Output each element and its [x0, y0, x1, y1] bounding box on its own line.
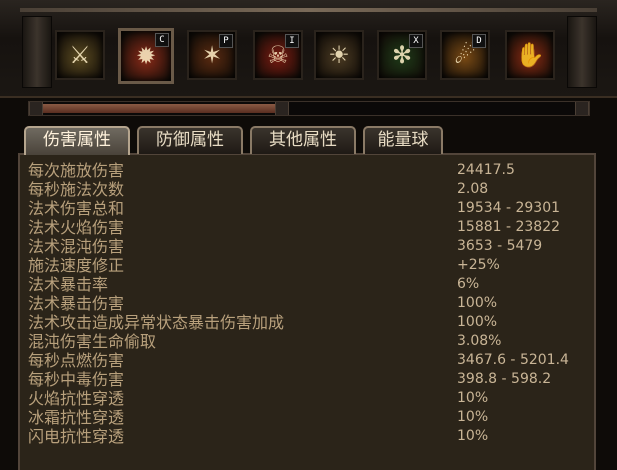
- hotkey-badge: C: [155, 33, 169, 47]
- stat-value: 24417.5: [457, 162, 515, 178]
- skill-slot[interactable]: ✻ X: [377, 30, 427, 80]
- stat-row: 法术暴击率 6%: [28, 275, 588, 294]
- stat-label: 每秒施法次数: [28, 180, 125, 199]
- tab-orbs[interactable]: 能量球: [363, 126, 443, 154]
- tab-defense[interactable]: 防御属性: [137, 126, 243, 154]
- skill-slot[interactable]: ✹ C: [118, 28, 174, 84]
- bar-right-cap: [575, 102, 589, 115]
- stat-label: 冰霜抗性穿透: [28, 408, 125, 427]
- resource-bar-fill: [43, 104, 277, 113]
- hotkey-badge: I: [285, 34, 299, 48]
- resource-bar: [28, 101, 590, 116]
- stat-row: 每秒点燃伤害 3467.6 - 5201.4: [28, 351, 588, 370]
- skill-slot[interactable]: ☄ D: [440, 30, 490, 80]
- stat-row: 混沌伤害生命偷取 3.08%: [28, 332, 588, 351]
- stat-label: 法术火焰伤害: [28, 218, 125, 237]
- stat-value: 2.08: [457, 181, 489, 197]
- stat-row: 施法速度修正 +25%: [28, 256, 588, 275]
- stat-value: 100%: [457, 314, 498, 330]
- left-pillar: [22, 16, 52, 88]
- stat-label: 每次施放伤害: [28, 161, 125, 180]
- stat-row: 法术伤害总和 19534 - 29301: [28, 199, 588, 218]
- stat-label: 火焰抗性穿透: [28, 389, 125, 408]
- skill-bar-frame: [20, 8, 597, 12]
- stat-label: 法术暴击率: [28, 275, 109, 294]
- stat-value: 3.08%: [457, 333, 502, 349]
- stat-label: 法术伤害总和: [28, 199, 125, 218]
- stat-value: 10%: [457, 428, 489, 444]
- tab-other[interactable]: 其他属性: [250, 126, 356, 154]
- stat-label: 每秒点燃伤害: [28, 351, 125, 370]
- stat-value: +25%: [457, 257, 500, 273]
- stat-label: 每秒中毒伤害: [28, 370, 125, 389]
- stat-value: 398.8 - 598.2: [457, 371, 552, 387]
- skill-slot[interactable]: ✋: [505, 30, 555, 80]
- stat-value: 15881 - 23822: [457, 219, 561, 235]
- stat-row: 法术混沌伤害 3653 - 5479: [28, 237, 588, 256]
- stat-label: 闪电抗性穿透: [28, 427, 125, 446]
- hotkey-badge: X: [409, 34, 423, 48]
- bar-left-cap: [29, 102, 43, 115]
- skill-slot[interactable]: ☠ I: [253, 30, 303, 80]
- hotkey-badge: P: [219, 34, 233, 48]
- right-pillar: [567, 16, 597, 88]
- stat-value: 10%: [457, 409, 489, 425]
- sun-shield-icon: ☀: [328, 41, 350, 69]
- stat-label: 施法速度修正: [28, 256, 125, 275]
- stat-row: 每秒施法次数 2.08: [28, 180, 588, 199]
- stat-value: 10%: [457, 390, 489, 406]
- skill-slot[interactable]: ⚔: [55, 30, 105, 80]
- stat-label: 混沌伤害生命偷取: [28, 332, 157, 351]
- sword-icon: ⚔: [69, 41, 91, 69]
- hotkey-badge: D: [472, 34, 486, 48]
- stat-label: 法术混沌伤害: [28, 237, 125, 256]
- fire-hand-icon: ✋: [515, 41, 545, 69]
- stat-value: 3467.6 - 5201.4: [457, 352, 569, 368]
- stat-row: 冰霜抗性穿透 10%: [28, 408, 588, 427]
- skill-slot[interactable]: ✶ P: [187, 30, 237, 80]
- stat-value: 6%: [457, 276, 480, 292]
- stat-row: 火焰抗性穿透 10%: [28, 389, 588, 408]
- stat-row: 每次施放伤害 24417.5: [28, 161, 588, 180]
- skill-bar: ⚔ ✹ C ✶ P ☠ I ☀ ✻ X ☄ D ✋: [0, 0, 617, 98]
- skill-slot[interactable]: ☀: [314, 30, 364, 80]
- stat-row: 闪电抗性穿透 10%: [28, 427, 588, 446]
- stat-row: 法术攻击造成异常状态暴击伤害加成 100%: [28, 313, 588, 332]
- bar-divider[interactable]: [275, 102, 289, 115]
- stat-value: 19534 - 29301: [457, 200, 561, 216]
- stat-row: 法术暴击伤害 100%: [28, 294, 588, 313]
- stat-row: 每秒中毒伤害 398.8 - 598.2: [28, 370, 588, 389]
- stat-value: 3653 - 5479: [457, 238, 543, 254]
- stat-row: 法术火焰伤害 15881 - 23822: [28, 218, 588, 237]
- tab-damage[interactable]: 伤害属性: [24, 126, 130, 155]
- stat-label: 法术暴击伤害: [28, 294, 125, 313]
- stat-label: 法术攻击造成异常状态暴击伤害加成: [28, 313, 285, 332]
- stat-value: 100%: [457, 295, 498, 311]
